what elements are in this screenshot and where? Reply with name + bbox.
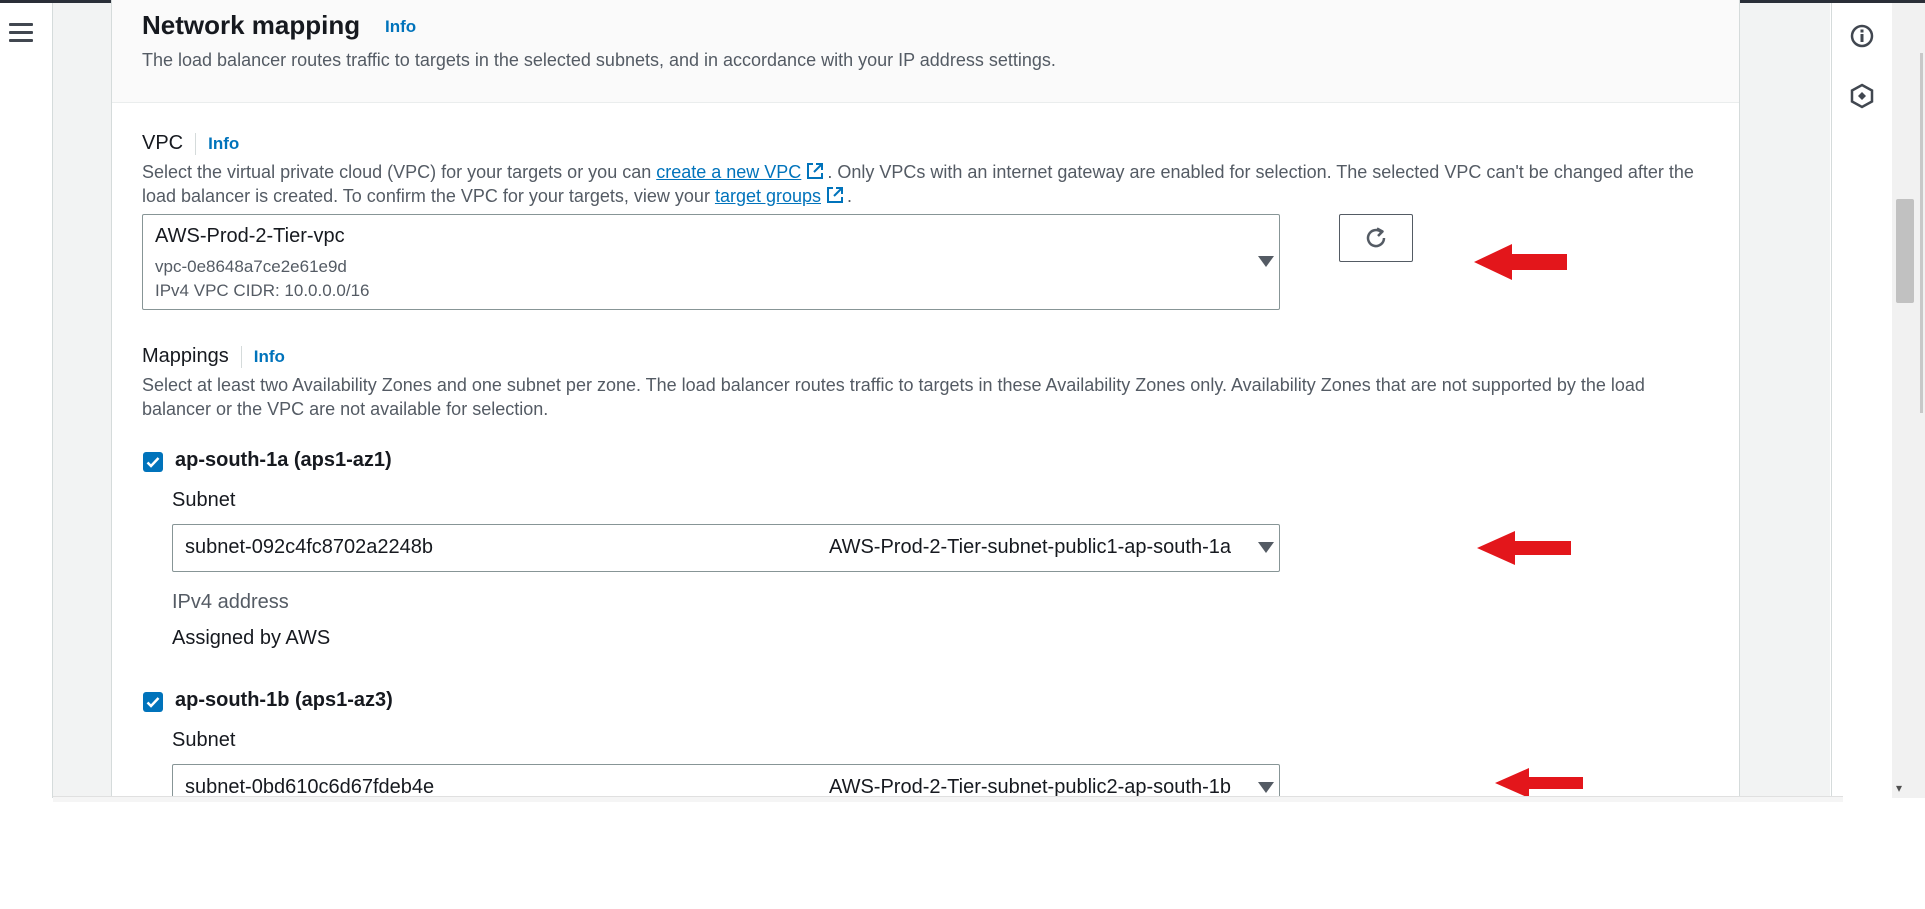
section-info-link[interactable]: Info	[385, 17, 416, 37]
az1-checkbox[interactable]	[143, 452, 163, 472]
create-vpc-link[interactable]: create a new VPC	[656, 162, 801, 182]
caret-down-icon	[1258, 782, 1274, 793]
az1-subnet-name: AWS-Prod-2-Tier-subnet-public1-ap-south-…	[828, 536, 1231, 558]
external-link-icon[interactable]	[825, 185, 845, 205]
hamburger-menu-icon[interactable]	[9, 23, 33, 45]
scrollbar-thumb[interactable]	[1896, 199, 1914, 303]
network-mapping-panel: Network mapping Info The load balancer r…	[111, 0, 1740, 798]
vpc-description: Select the virtual private cloud (VPC) f…	[142, 160, 1702, 208]
info-icon[interactable]	[1849, 23, 1875, 49]
az2-subnet-label: Subnet	[172, 729, 236, 751]
label-divider	[195, 132, 197, 155]
az2-subnet-name: AWS-Prod-2-Tier-subnet-public2-ap-south-…	[828, 776, 1231, 798]
az2-checkbox[interactable]	[143, 692, 163, 712]
refresh-icon	[1366, 227, 1386, 248]
vpc-label-row: VPC Info	[142, 132, 239, 155]
bottom-edge	[53, 796, 1843, 802]
vpc-selected-cidr: IPv4 VPC CIDR: 10.0.0.0/16	[155, 281, 370, 300]
left-navigation-rail	[0, 3, 53, 798]
az1-ipv4-value: Assigned by AWS	[172, 627, 331, 649]
checkmark-icon	[146, 457, 160, 468]
red-arrow-icon	[1474, 244, 1567, 280]
right-utility-rail	[1831, 3, 1892, 798]
az1-label: ap-south-1a (aps1-az1)	[175, 449, 392, 471]
az1-subnet-select[interactable]: subnet-092c4fc8702a2248b AWS-Prod-2-Tier…	[172, 524, 1280, 572]
refresh-button[interactable]	[1339, 214, 1413, 262]
vpc-desc-text-1: Select the virtual private cloud (VPC) f…	[142, 162, 657, 182]
caret-down-icon	[1258, 542, 1274, 553]
panel-header: Network mapping Info The load balancer r…	[112, 0, 1739, 103]
mappings-label-row: Mappings Info	[142, 345, 285, 368]
az2-subnet-select[interactable]: subnet-0bd610c6d67fdeb4e AWS-Prod-2-Tier…	[172, 764, 1280, 798]
scroll-indicator	[1920, 53, 1923, 413]
az2-label: ap-south-1b (aps1-az3)	[175, 689, 393, 711]
target-groups-link[interactable]: target groups	[715, 186, 821, 206]
scroll-down-arrow-icon[interactable]: ▾	[1896, 781, 1902, 795]
vpc-desc-text-3: .	[847, 186, 853, 206]
vpc-selected-id: vpc-0e8648a7ce2e61e9d	[155, 257, 347, 276]
az1-subnet-label: Subnet	[172, 489, 236, 511]
label-divider	[240, 345, 242, 368]
section-description: The load balancer routes traffic to targ…	[142, 50, 1056, 70]
mappings-info-link[interactable]: Info	[254, 347, 285, 367]
red-arrow-icon	[1495, 768, 1583, 798]
vpc-select[interactable]: AWS-Prod-2-Tier-vpc vpc-0e8648a7ce2e61e9…	[142, 214, 1280, 310]
vpc-label: VPC	[142, 132, 184, 154]
external-link-icon[interactable]	[805, 161, 825, 181]
hexagon-icon[interactable]	[1849, 83, 1875, 109]
mappings-description: Select at least two Availability Zones a…	[142, 375, 1645, 419]
vpc-selected-name: AWS-Prod-2-Tier-vpc	[155, 225, 345, 247]
az2-subnet-id: subnet-0bd610c6d67fdeb4e	[185, 776, 435, 798]
az1-ipv4-label: IPv4 address	[172, 591, 289, 613]
section-title: Network mapping	[142, 10, 361, 40]
vpc-info-link[interactable]: Info	[208, 134, 239, 154]
mappings-label: Mappings	[142, 345, 229, 367]
checkmark-icon	[146, 697, 160, 708]
page-scrollbar[interactable]: ▾	[1892, 3, 1925, 798]
caret-down-icon	[1258, 256, 1274, 267]
red-arrow-icon	[1477, 531, 1571, 565]
az1-subnet-id: subnet-092c4fc8702a2248b	[185, 536, 433, 558]
